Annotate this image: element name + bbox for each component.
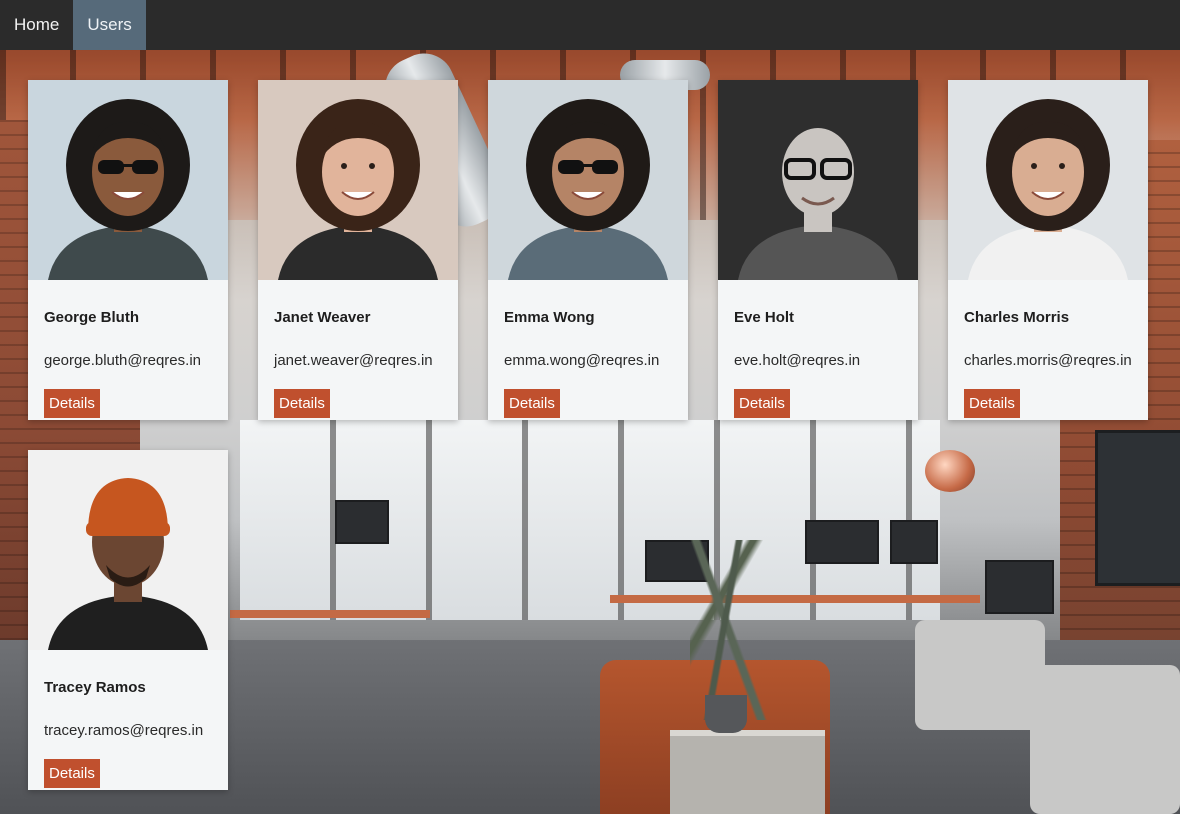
user-card: Tracey Ramos tracey.ramos@reqres.in Deta… — [28, 450, 228, 790]
user-card: Eve Holt eve.holt@reqres.in Details — [718, 80, 918, 420]
user-name: Eve Holt — [734, 309, 795, 326]
portrait-illustration — [258, 80, 458, 280]
user-name: Charles Morris — [964, 309, 1070, 326]
details-button[interactable]: Details — [274, 389, 330, 418]
details-button[interactable]: Details — [44, 389, 100, 418]
user-name: Emma Wong — [504, 309, 595, 326]
user-name: Janet Weaver — [274, 309, 371, 326]
portrait-illustration — [28, 80, 228, 280]
user-card: Janet Weaver janet.weaver@reqres.in Deta… — [258, 80, 458, 420]
user-email: emma.wong@reqres.in — [504, 352, 660, 369]
user-name: Tracey Ramos — [44, 679, 146, 696]
portrait-illustration — [948, 80, 1148, 280]
user-name: George Bluth — [44, 309, 140, 326]
user-avatar — [948, 80, 1148, 280]
user-card-grid: George Bluth george.bluth@reqres.in Deta… — [0, 0, 1180, 814]
user-email: tracey.ramos@reqres.in — [44, 722, 204, 739]
user-card: George Bluth george.bluth@reqres.in Deta… — [28, 80, 228, 420]
user-card: Emma Wong emma.wong@reqres.in Details — [488, 80, 688, 420]
user-avatar — [718, 80, 918, 280]
user-avatar — [28, 450, 228, 650]
nav-users-link[interactable]: Users — [73, 0, 146, 50]
user-email: eve.holt@reqres.in — [734, 352, 861, 369]
user-card: Charles Morris charles.morris@reqres.in … — [948, 80, 1148, 420]
user-email: janet.weaver@reqres.in — [274, 352, 433, 369]
details-button[interactable]: Details — [44, 759, 100, 788]
top-navbar: Home Users — [0, 0, 1180, 50]
portrait-illustration — [718, 80, 918, 280]
details-button[interactable]: Details — [504, 389, 560, 418]
details-button[interactable]: Details — [734, 389, 790, 418]
nav-home-link[interactable]: Home — [0, 0, 73, 50]
user-email: charles.morris@reqres.in — [964, 352, 1132, 369]
details-button[interactable]: Details — [964, 389, 1020, 418]
user-avatar — [28, 80, 228, 280]
portrait-illustration — [28, 450, 228, 650]
user-email: george.bluth@reqres.in — [44, 352, 201, 369]
user-avatar — [258, 80, 458, 280]
user-avatar — [488, 80, 688, 280]
portrait-illustration — [488, 80, 688, 280]
